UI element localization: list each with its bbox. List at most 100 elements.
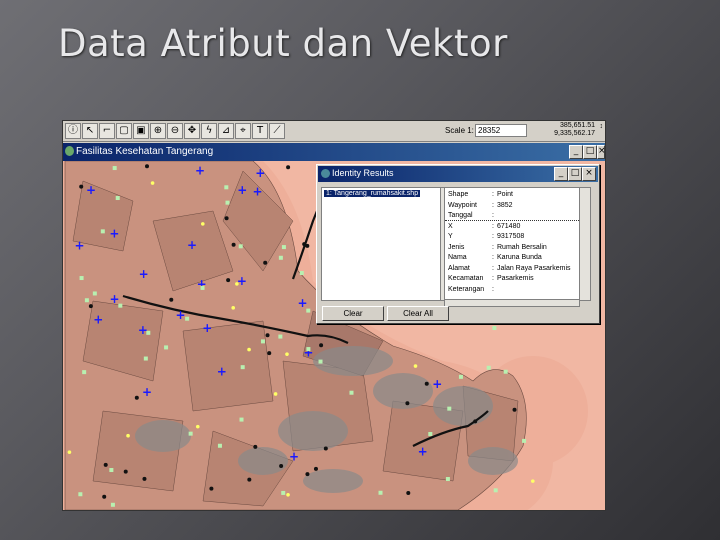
zoom-in-icon[interactable]: ⊕	[150, 123, 166, 139]
clinic-marker	[428, 432, 433, 437]
clinic-marker	[112, 166, 117, 171]
hotlink-icon[interactable]: ϟ	[201, 123, 217, 139]
other-facility-point	[126, 433, 130, 438]
close-button[interactable]: ×	[597, 145, 605, 159]
clinic-marker	[318, 359, 323, 364]
clinic-marker	[306, 347, 311, 352]
scale-label: Scale 1:	[445, 126, 474, 135]
zoom-out-icon[interactable]: ⊖	[167, 123, 183, 139]
slide-title: Data Atribut dan Vektor	[58, 22, 508, 65]
other-facility-point	[286, 493, 290, 497]
attribute-row: Jenis: Rumah Bersalin	[445, 243, 579, 252]
attribute-value: 9317508	[497, 233, 525, 240]
attribute-value: 3852	[497, 201, 513, 209]
facility-point	[305, 472, 310, 477]
hospital-marker: +	[139, 267, 149, 281]
other-facility-point	[195, 424, 200, 429]
attribute-field: Nama	[448, 254, 467, 261]
other-facility-point	[531, 479, 535, 483]
attribute-field: Jenis	[448, 243, 465, 251]
pan-icon[interactable]: ✥	[184, 123, 200, 139]
attribute-separator: :	[492, 285, 494, 293]
clear-all-button[interactable]: Clear All	[387, 306, 449, 321]
facility-point	[286, 165, 291, 170]
hospital-marker: +	[74, 238, 84, 252]
clinic-marker	[115, 196, 120, 201]
minimize-button[interactable]: _	[569, 145, 583, 159]
coordinate-readout: 385,651.51 9,335,562.17 ↕	[533, 122, 603, 138]
attribute-row: Tanggal:	[445, 211, 579, 221]
view-titlebar: Fasilitas Kesehatan Tangerang _ □ ×	[63, 143, 605, 161]
clinic-marker	[445, 477, 450, 482]
clinic-marker	[278, 334, 283, 339]
attribute-separator: :	[492, 233, 494, 240]
clinic-marker	[492, 326, 497, 331]
hospital-marker: +	[255, 166, 265, 180]
measure-icon[interactable]: ⊿	[218, 123, 234, 139]
identified-layer-list[interactable]: 1: Tangerang_rumahsakit.shp	[321, 187, 441, 301]
pointer-icon[interactable]: ↖	[82, 123, 98, 139]
label-icon[interactable]: ⌖	[235, 123, 251, 139]
other-facility-point	[200, 222, 205, 226]
facility-point	[265, 333, 270, 338]
facility-point	[406, 490, 411, 495]
draw-icon[interactable]: ⟋	[269, 123, 285, 139]
attribute-value: Rumah Bersalin	[497, 243, 547, 251]
identify-close-button[interactable]: ×	[582, 167, 596, 181]
attribute-value: 671480	[497, 222, 521, 230]
clinic-marker	[217, 443, 222, 448]
attribute-scrollbar[interactable]	[579, 187, 591, 301]
text-icon[interactable]: T	[252, 123, 268, 139]
clinic-marker	[84, 298, 89, 303]
attribute-separator: :	[492, 275, 494, 282]
clinic-marker	[224, 185, 229, 190]
attribute-row: Waypoint:3852	[445, 201, 579, 210]
hospital-marker: +	[432, 377, 442, 391]
clinic-marker	[493, 488, 498, 493]
attribute-separator: :	[492, 264, 494, 272]
zoom-extent-icon[interactable]: ▣	[133, 123, 149, 139]
attribute-value: Point	[497, 191, 513, 198]
other-facility-point	[247, 347, 251, 352]
facility-point	[123, 469, 128, 474]
facility-point	[102, 494, 107, 499]
attribute-hscrollbar[interactable]	[444, 299, 580, 307]
attribute-row: X:671480	[445, 222, 579, 231]
clinic-marker	[146, 330, 151, 335]
clear-button[interactable]: Clear	[322, 306, 384, 321]
vertex-icon[interactable]: ⌐	[99, 123, 115, 139]
identified-layer-item[interactable]: 1: Tangerang_rumahsakit.shp	[324, 190, 421, 197]
identify-title: Identity Results	[332, 168, 394, 178]
facility-point	[142, 476, 147, 481]
attribute-field: Shape	[448, 191, 469, 198]
identify-maximize-button[interactable]: □	[568, 167, 582, 181]
clinic-marker	[143, 356, 148, 361]
clinic-marker	[240, 365, 245, 370]
attribute-field: Kecamatan	[448, 275, 484, 282]
clinic-marker	[82, 370, 87, 375]
view-title: Fasilitas Kesehatan Tangerang	[76, 146, 214, 157]
clinic-marker	[100, 229, 105, 234]
hospital-marker: +	[195, 163, 205, 177]
clinic-marker	[299, 271, 304, 276]
facility-point	[405, 401, 410, 406]
maximize-button[interactable]: □	[583, 145, 597, 159]
scale-input[interactable]: 28352	[475, 124, 527, 137]
hospital-marker: +	[175, 308, 185, 322]
facility-point	[88, 304, 93, 309]
zoom-box-icon[interactable]: ▢	[116, 123, 132, 139]
other-facility-point	[150, 181, 155, 185]
info-icon[interactable]: ⓘ	[65, 123, 81, 139]
attribute-field: Keterangan	[448, 285, 485, 293]
facility-point	[267, 351, 272, 356]
facility-point	[473, 419, 478, 424]
facility-point	[79, 184, 84, 189]
hospital-marker: +	[93, 312, 103, 326]
identify-minimize-button[interactable]: _	[554, 167, 568, 181]
other-facility-point	[67, 450, 72, 454]
attribute-row: Alamat: Jalan Raya Pasarkemis	[445, 264, 579, 273]
clinic-marker	[458, 374, 463, 379]
clinic-marker	[92, 291, 97, 296]
clinic-marker	[281, 245, 286, 250]
other-facility-point	[413, 364, 418, 368]
